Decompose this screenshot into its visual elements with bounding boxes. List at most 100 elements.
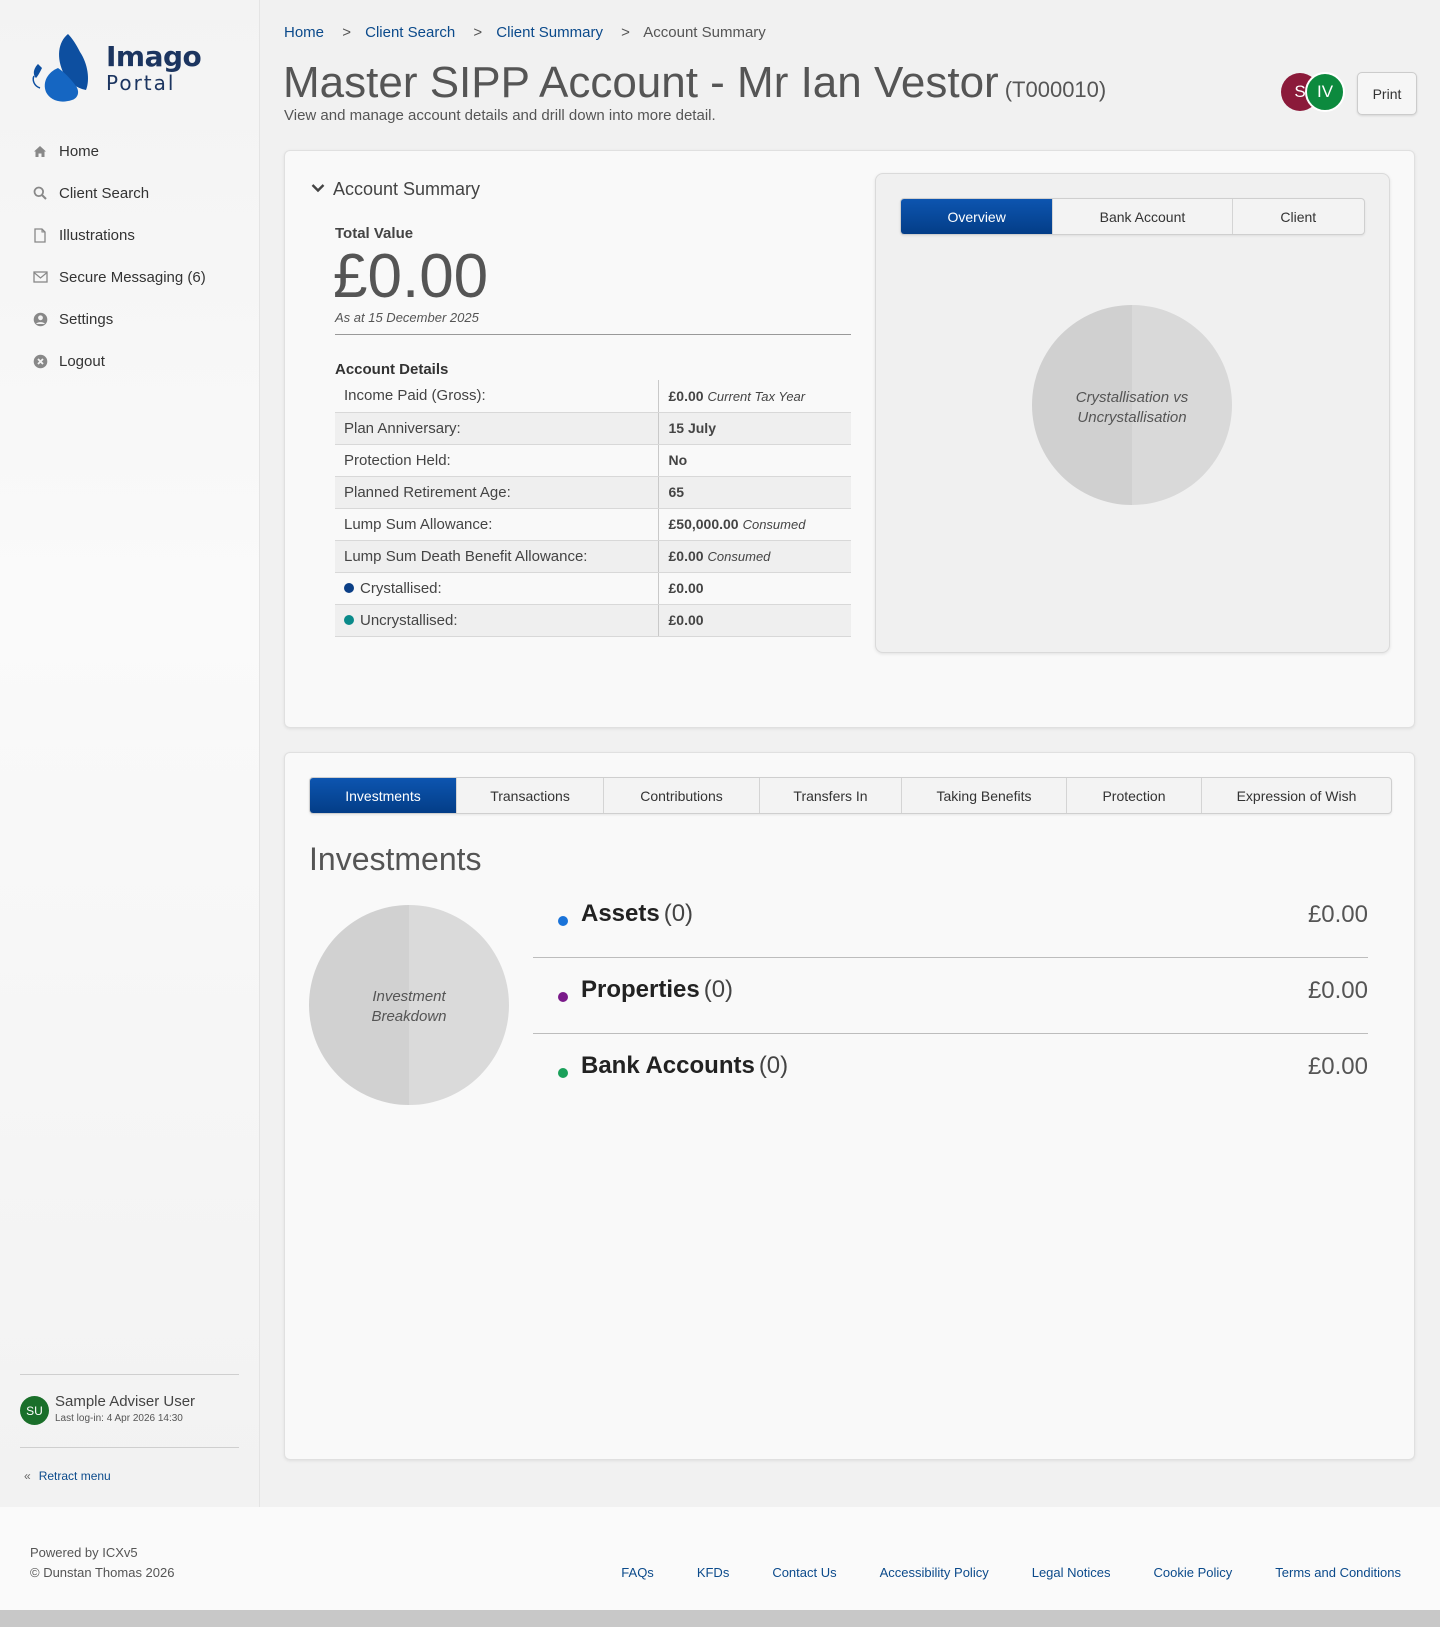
breadcrumb-separator: >	[342, 24, 351, 41]
avatar-client[interactable]: IV	[1305, 72, 1345, 112]
footer-link-cookie-policy[interactable]: Cookie Policy	[1154, 1565, 1233, 1580]
chevron-down-icon	[311, 180, 325, 196]
footer-link-terms-and-conditions[interactable]: Terms and Conditions	[1275, 1565, 1401, 1580]
detail-value-text: £0.00	[668, 387, 704, 404]
tab-taking-benefits[interactable]: Taking Benefits	[902, 778, 1067, 813]
detail-key: Income Paid (Gross):	[335, 380, 659, 413]
avatar: SU	[20, 1396, 49, 1425]
logo-word-portal: Portal	[106, 71, 176, 95]
uncrystallised-legend-dot	[344, 614, 354, 625]
bank-accounts-dot	[558, 1068, 568, 1078]
investment-category[interactable]: Properties (0)	[581, 976, 733, 1004]
category-count: (0)	[758, 1052, 789, 1079]
sidebar-item-home[interactable]: Home	[0, 130, 260, 172]
account-details-table: Income Paid (Gross): £0.00 Current Tax Ye…	[335, 380, 851, 637]
retract-menu-link[interactable]: « Retract menu	[24, 1469, 111, 1483]
tab-contributions[interactable]: Contributions	[604, 778, 760, 813]
account-summary-label: Account Summary	[333, 179, 481, 199]
detail-value-text: £0.00	[668, 548, 704, 564]
detail-value-text: £0.00	[668, 580, 704, 596]
detail-value: 65	[658, 476, 851, 509]
footer-link-contact-us[interactable]: Contact Us	[772, 1565, 836, 1580]
detail-key: Planned Retirement Age:	[335, 476, 659, 509]
investment-category[interactable]: Bank Accounts (0)	[581, 1052, 788, 1080]
detail-value-text: £0.00	[668, 612, 704, 628]
breadcrumb-home[interactable]: Home	[284, 24, 324, 41]
tab-client[interactable]: Client	[1233, 199, 1364, 234]
page-title: Master SIPP Account - Mr Ian Vestor (T000…	[283, 58, 1106, 108]
detail-value: £0.00	[658, 604, 851, 637]
investments-card: Investments Transactions Contributions T…	[284, 752, 1415, 1460]
list-item[interactable]: Properties (0) £0.00	[533, 958, 1368, 1034]
detail-value: 15 July	[658, 412, 851, 445]
total-value-date: As at 15 December 2025	[335, 310, 479, 325]
document-icon	[32, 227, 48, 243]
category-count: (0)	[703, 976, 734, 1003]
table-row: Lump Sum Death Benefit Allowance: £0.00 C…	[335, 540, 851, 573]
category-amount: £0.00	[1307, 1053, 1368, 1080]
table-row: Uncrystallised: £0.00	[335, 604, 851, 637]
detail-value-text: No	[668, 452, 688, 468]
double-chevron-left-icon: «	[24, 1469, 31, 1483]
category-name: Bank Accounts	[581, 1052, 755, 1079]
detail-value: £0.00 Current Tax Year	[658, 380, 851, 413]
butterfly-icon	[32, 34, 88, 102]
imago-portal-logo[interactable]: Imago Portal	[28, 26, 202, 106]
sidebar-item-illustrations[interactable]: Illustrations	[0, 214, 260, 256]
sidebar-item-label: Home	[59, 142, 100, 160]
tab-transfers-in[interactable]: Transfers In	[760, 778, 902, 813]
table-row: Lump Sum Allowance: £50,000.00 Consumed	[335, 508, 851, 541]
crystallisation-pie-label: Crystallisation vs Uncrystallisation	[1032, 388, 1232, 427]
footer-link-legal-notices[interactable]: Legal Notices	[1032, 1565, 1111, 1580]
tab-protection[interactable]: Protection	[1067, 778, 1202, 813]
detail-value-text: 65	[668, 484, 685, 500]
investment-pie-label: Investment Breakdown	[309, 987, 509, 1026]
sidebar-item-client-search[interactable]: Client Search	[0, 172, 260, 214]
close-circle-icon	[32, 353, 48, 369]
detail-value: No	[658, 444, 851, 477]
pie-label-line2: Uncrystallisation	[1077, 408, 1187, 426]
crystallised-legend-dot	[344, 582, 354, 593]
tab-expression-of-wish[interactable]: Expression of Wish	[1202, 778, 1391, 813]
tab-overview[interactable]: Overview	[901, 199, 1054, 234]
tab-investments[interactable]: Investments	[310, 778, 457, 813]
detail-value-text: 15 July	[668, 420, 716, 436]
powered-by: Powered by ICXv5	[30, 1545, 138, 1560]
footer-link-faqs[interactable]: FAQs	[621, 1565, 654, 1580]
copyright: © Dunstan Thomas 2026	[30, 1565, 175, 1580]
detail-key: Crystallised:	[335, 572, 659, 605]
breadcrumb-client-search[interactable]: Client Search	[365, 24, 455, 41]
print-button[interactable]: Print	[1357, 72, 1417, 115]
category-name: Properties	[581, 976, 700, 1003]
home-icon	[32, 143, 48, 159]
user-circle-icon	[32, 311, 48, 327]
total-value: £0.00	[333, 242, 489, 311]
footer-link-accessibility-policy[interactable]: Accessibility Policy	[880, 1565, 989, 1580]
page-subtitle: View and manage account details and dril…	[284, 107, 716, 124]
detail-value: £50,000.00 Consumed	[658, 508, 851, 541]
sidebar-item-settings[interactable]: Settings	[0, 298, 260, 340]
breadcrumb-client-summary[interactable]: Client Summary	[496, 24, 603, 41]
list-item[interactable]: Assets (0) £0.00	[533, 882, 1368, 958]
detail-note: Consumed	[742, 517, 806, 532]
category-name: Assets	[581, 900, 660, 927]
account-summary-toggle[interactable]: Account Summary	[311, 179, 480, 200]
footer-links: FAQs KFDs Contact Us Accessibility Polic…	[578, 1565, 1401, 1580]
sidebar-item-secure-messaging[interactable]: Secure Messaging (6)	[0, 256, 260, 298]
footer-link-kfds[interactable]: KFDs	[697, 1565, 730, 1580]
tab-transactions[interactable]: Transactions	[457, 778, 604, 813]
investment-category[interactable]: Assets (0)	[581, 900, 693, 928]
category-amount: £0.00	[1307, 977, 1368, 1004]
tab-bank-account[interactable]: Bank Account	[1053, 199, 1233, 234]
footer: Powered by ICXv5 © Dunstan Thomas 2026 F…	[0, 1507, 1440, 1610]
detail-key: Plan Anniversary:	[335, 412, 659, 445]
detail-key: Lump Sum Allowance:	[335, 508, 659, 541]
detail-key: Protection Held:	[335, 444, 659, 477]
sidebar-item-label: Secure Messaging (6)	[59, 268, 206, 286]
sidebar-item-label: Illustrations	[59, 226, 135, 244]
sidebar-item-logout[interactable]: Logout	[0, 340, 260, 382]
pie-label-line1: Investment	[372, 988, 446, 1005]
logo-word-imago: Imago	[106, 40, 202, 73]
list-item[interactable]: Bank Accounts (0) £0.00	[533, 1034, 1368, 1110]
retract-menu-label: Retract menu	[38, 1469, 111, 1483]
